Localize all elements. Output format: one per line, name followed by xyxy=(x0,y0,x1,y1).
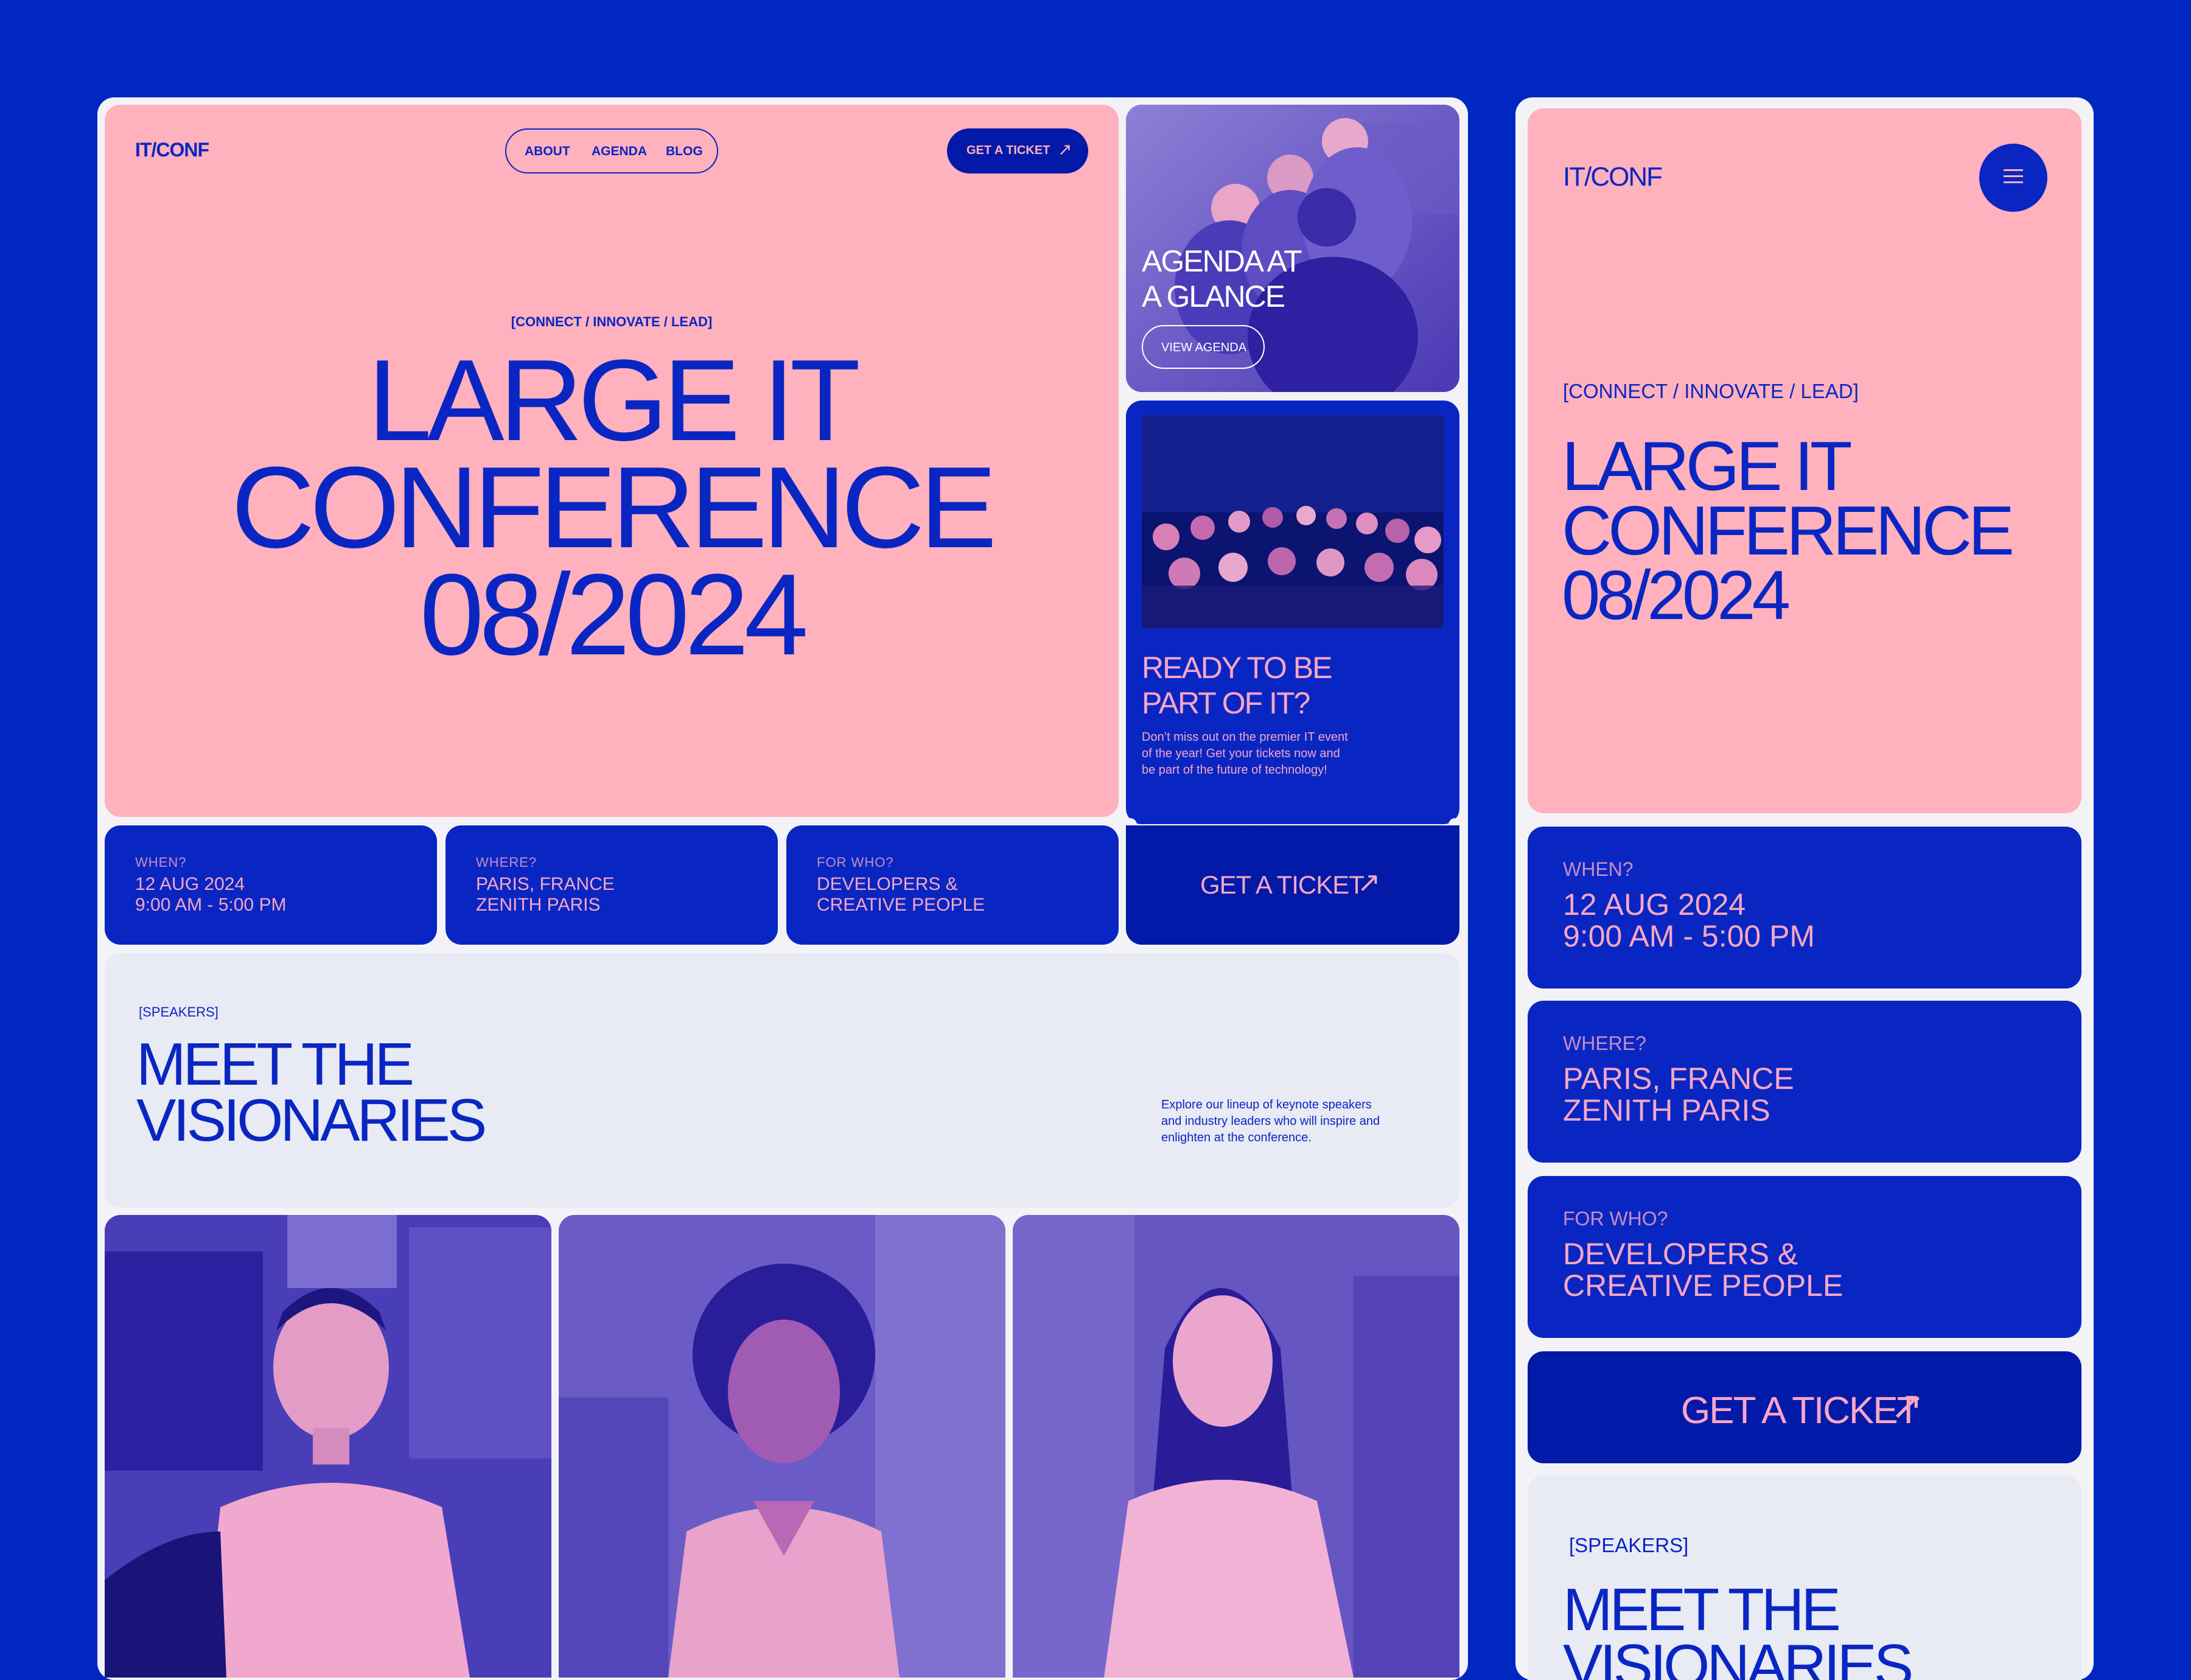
agenda-card-title: AGENDA AT A GLANCE xyxy=(1142,243,1302,314)
mobile-info-label-when: WHEN? xyxy=(1563,858,1634,880)
mobile-where-line-2: ZENITH PARIS xyxy=(1563,1093,1770,1127)
mobile-title-line-3: 08/2024 xyxy=(1562,557,1791,634)
mobile-title-line-1: LARGE IT xyxy=(1562,428,1852,505)
mobile-logo[interactable]: IT/CONF xyxy=(1563,162,1663,192)
mobile-get-ticket-label: GET A TICKET xyxy=(1681,1390,1920,1432)
speakers-tag: [SPEAKERS] xyxy=(139,1004,218,1020)
info-where-line-2: ZENITH PARIS xyxy=(476,895,601,915)
nav-blog[interactable]: BLOG xyxy=(666,144,703,159)
desktop-ticket-button[interactable]: GET A TICKET ↗ xyxy=(947,128,1088,173)
desktop-agenda-card[interactable]: AGENDA AT A GLANCE VIEW AGENDA xyxy=(1126,105,1459,392)
speakers-title-line-2: VISIONARIES xyxy=(136,1087,487,1153)
desktop-hero-tag: [CONNECT / INNOVATE / LEAD] xyxy=(511,314,713,329)
speakers-title-line-1: MEET THE xyxy=(136,1031,414,1097)
info-label-forwho: FOR WHO? xyxy=(817,855,894,870)
view-agenda-label: VIEW AGENDA xyxy=(1161,341,1247,354)
mobile-when-line-1: 12 AUG 2024 xyxy=(1563,887,1746,922)
mobile-info-where: WHERE? PARIS, FRANCE ZENITH PARIS xyxy=(1528,1001,2081,1163)
mobile-hero-tag: [CONNECT / INNOVATE / LEAD] xyxy=(1563,380,1859,402)
mobile-info-value-forwho: DEVELOPERS & CREATIVE PEOPLE xyxy=(1563,1238,1843,1301)
mobile-get-ticket-cta[interactable]: GET A TICKET ↗ xyxy=(1528,1351,2081,1463)
nav-agenda[interactable]: AGENDA xyxy=(592,144,647,159)
speaker-2-image xyxy=(559,1215,1005,1678)
nav-about[interactable]: ABOUT xyxy=(525,144,570,159)
desktop-logo[interactable]: IT/CONF xyxy=(135,139,209,161)
info-value-forwho: DEVELOPERS & CREATIVE PEOPLE xyxy=(817,874,985,915)
mobile-speakers-line-1: MEET THE xyxy=(1563,1576,1841,1643)
desktop-info-when: WHEN? 12 AUG 2024 9:00 AM - 5:00 PM xyxy=(105,825,437,945)
view-agenda-button[interactable]: VIEW AGENDA xyxy=(1142,325,1265,369)
ready-card-text: Don’t miss out on the premier IT event o… xyxy=(1142,729,1348,779)
desktop-speakers-card: [SPEAKERS] MEET THE VISIONARIES Explore … xyxy=(105,953,1459,1208)
desktop-hero-card: IT/CONF ABOUT AGENDA BLOG GET A TICKET ↗… xyxy=(105,105,1119,817)
desktop-info-forwho: FOR WHO? DEVELOPERS & CREATIVE PEOPLE xyxy=(786,825,1119,945)
speakers-text-line-1: Explore our lineup of keynote speakers xyxy=(1161,1098,1372,1111)
mobile-hero-title: LARGE IT CONFERENCE 08/2024 xyxy=(1562,428,2015,634)
audience-image xyxy=(1142,415,1444,628)
arrow-up-right-icon: ↗ xyxy=(1357,866,1381,898)
get-ticket-cta-label: GET A TICKET xyxy=(1200,870,1365,899)
ready-text-line-2: of the year! Get your tickets now and xyxy=(1142,747,1340,760)
mobile-speakers-title: MEET THE VISIONARIES xyxy=(1563,1576,1913,1680)
audience-photo xyxy=(1142,415,1444,628)
ready-card-title: READY TO BE PART OF IT? xyxy=(1142,650,1332,721)
mobile-info-value-where: PARIS, FRANCE ZENITH PARIS xyxy=(1563,1063,1794,1126)
mobile-speakers-card: [SPEAKERS] MEET THE VISIONARIES xyxy=(1528,1475,2081,1680)
mobile-info-forwho: FOR WHO? DEVELOPERS & CREATIVE PEOPLE xyxy=(1528,1176,2081,1338)
speaker-1-image xyxy=(105,1215,551,1678)
hamburger-icon xyxy=(2004,169,2023,184)
ready-text-line-1: Don’t miss out on the premier IT event xyxy=(1142,730,1348,744)
info-when-line-2: 9:00 AM - 5:00 PM xyxy=(135,895,287,915)
mobile-where-line-1: PARIS, FRANCE xyxy=(1563,1062,1794,1096)
speakers-text-line-2: and industry leaders who will inspire an… xyxy=(1161,1115,1380,1128)
mobile-hero-card: IT/CONF [CONNECT / INNOVATE / LEAD] LARG… xyxy=(1528,108,2081,813)
info-where-line-1: PARIS, FRANCE xyxy=(476,874,615,894)
info-label-when: WHEN? xyxy=(135,855,187,870)
ticket-button-label: GET A TICKET xyxy=(966,144,1050,157)
mobile-info-label-forwho: FOR WHO? xyxy=(1563,1208,1668,1230)
mobile-forwho-line-2: CREATIVE PEOPLE xyxy=(1563,1269,1843,1303)
hero-title-line-1: LARGE IT xyxy=(368,336,861,465)
mobile-info-label-where: WHERE? xyxy=(1563,1032,1646,1054)
desktop-ready-card: READY TO BE PART OF IT? Don’t miss out o… xyxy=(1126,401,1459,824)
hero-title-line-3: 08/2024 xyxy=(419,550,809,679)
speaker-photo-1[interactable] xyxy=(105,1215,551,1678)
speaker-3-image xyxy=(1013,1215,1459,1678)
speaker-photo-2[interactable] xyxy=(559,1215,1005,1678)
arrow-up-right-icon: ↗ xyxy=(1058,140,1072,159)
desktop-get-ticket-cta[interactable]: GET A TICKET ↗ xyxy=(1126,825,1459,945)
ready-title-line-2: PART OF IT? xyxy=(1142,686,1310,720)
agenda-title-line-1: AGENDA AT xyxy=(1142,244,1302,278)
info-when-line-1: 12 AUG 2024 xyxy=(135,874,245,894)
hero-title-line-2: CONFERENCE xyxy=(231,443,997,572)
info-forwho-line-1: DEVELOPERS & xyxy=(817,874,958,894)
speaker-photo-3[interactable] xyxy=(1013,1215,1459,1678)
mobile-info-when: WHEN? 12 AUG 2024 9:00 AM - 5:00 PM xyxy=(1528,827,2081,989)
info-value-where: PARIS, FRANCE ZENITH PARIS xyxy=(476,874,615,915)
mobile-forwho-line-1: DEVELOPERS & xyxy=(1563,1237,1798,1271)
agenda-title-line-2: A GLANCE xyxy=(1142,279,1285,313)
mobile-title-line-2: CONFERENCE xyxy=(1562,492,2015,570)
info-forwho-line-2: CREATIVE PEOPLE xyxy=(817,895,985,915)
info-label-where: WHERE? xyxy=(476,855,537,870)
mobile-info-value-when: 12 AUG 2024 9:00 AM - 5:00 PM xyxy=(1563,889,1815,952)
desktop-info-where: WHERE? PARIS, FRANCE ZENITH PARIS xyxy=(446,825,778,945)
arrow-up-right-icon: ↗ xyxy=(1890,1384,1923,1427)
mobile-speakers-line-2: VISIONARIES xyxy=(1563,1632,1913,1680)
speakers-text-line-3: enlighten at the conference. xyxy=(1161,1131,1312,1144)
info-value-when: 12 AUG 2024 9:00 AM - 5:00 PM xyxy=(135,874,286,915)
mobile-when-line-2: 9:00 AM - 5:00 PM xyxy=(1563,919,1815,953)
desktop-nav: ABOUT AGENDA BLOG xyxy=(505,128,718,173)
speakers-text: Explore our lineup of keynote speakers a… xyxy=(1161,1097,1380,1146)
ready-title-line-1: READY TO BE xyxy=(1142,651,1332,685)
mobile-menu-button[interactable] xyxy=(1979,144,2047,212)
speakers-title: MEET THE VISIONARIES xyxy=(136,1031,487,1153)
ready-text-line-3: be part of the future of technology! xyxy=(1142,763,1327,777)
mobile-speakers-tag: [SPEAKERS] xyxy=(1569,1534,1689,1556)
desktop-hero-title: LARGE IT CONFERENCE 08/2024 xyxy=(105,336,1119,679)
